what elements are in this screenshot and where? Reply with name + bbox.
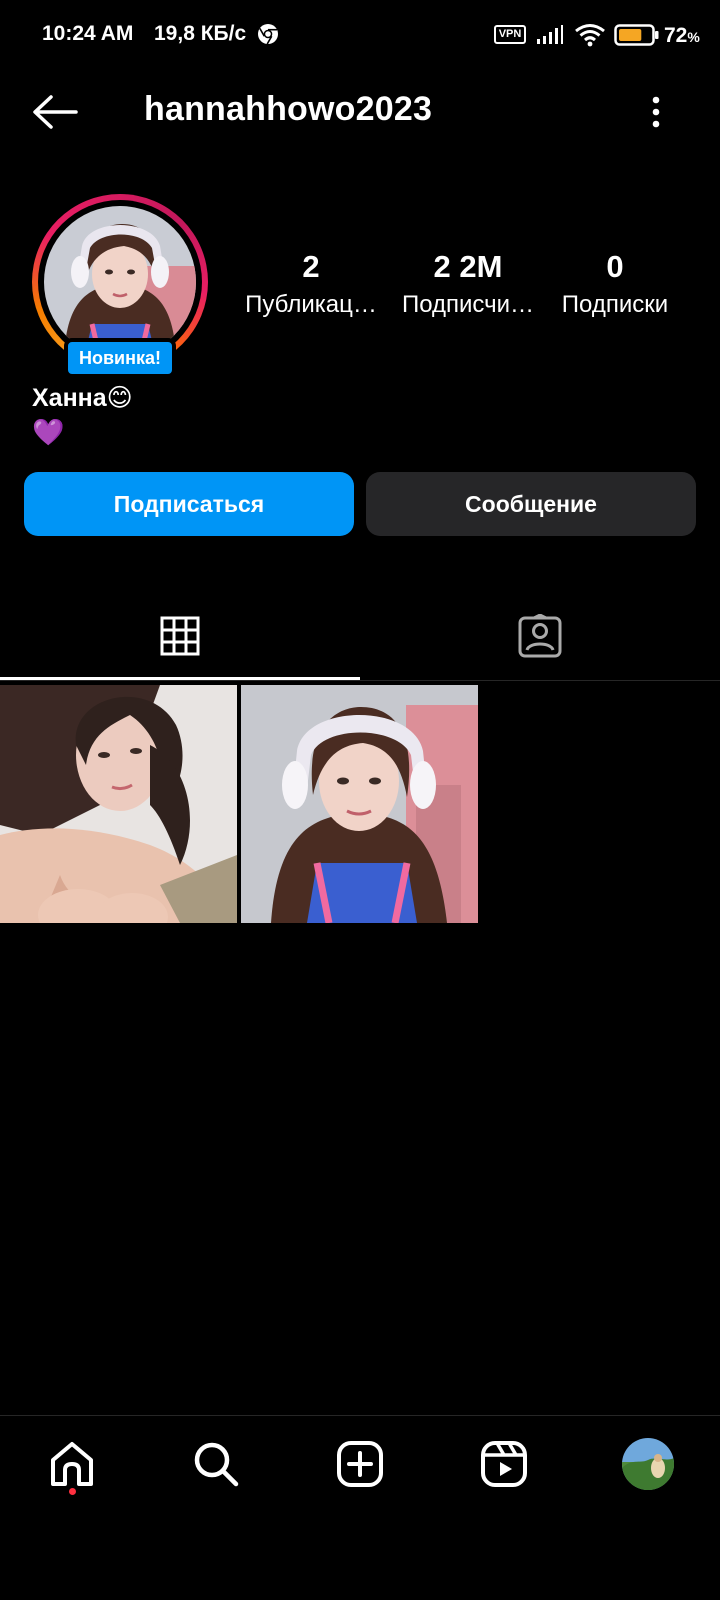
stat-following-value: 0 <box>606 249 624 284</box>
stat-following[interactable]: 0 Подписки <box>548 246 682 320</box>
create-icon <box>337 1441 383 1487</box>
stat-following-label: Подписки <box>561 291 669 318</box>
battery-unit: % <box>687 29 700 45</box>
status-network-speed: 19,8 КБ/с <box>154 22 247 45</box>
stat-posts-label: Публикац… <box>245 291 377 318</box>
grid-icon <box>160 616 200 656</box>
tab-posts-grid[interactable] <box>0 592 360 680</box>
profile-username: hannahhowo2023 <box>144 90 433 128</box>
wifi-icon <box>575 24 605 47</box>
tagged-user-icon <box>518 614 562 658</box>
reels-icon <box>481 1441 527 1487</box>
search-icon <box>194 1442 239 1487</box>
new-badge: Новинка! <box>64 338 176 378</box>
arrow-left-icon <box>33 95 78 129</box>
bottom-nav-divider <box>0 1415 720 1416</box>
nav-create[interactable] <box>328 1432 392 1496</box>
message-button[interactable]: Сообщение <box>366 472 696 536</box>
nav-profile[interactable] <box>616 1432 680 1496</box>
tab-divider <box>0 680 720 681</box>
profile-avatar <box>44 206 196 358</box>
tab-tagged[interactable] <box>360 592 720 680</box>
profile-avatar-small <box>622 1438 674 1490</box>
vpn-indicator: VPN <box>494 25 526 44</box>
signal-icon <box>537 25 563 44</box>
more-vertical-icon <box>652 96 660 128</box>
back-button[interactable] <box>28 88 82 136</box>
follow-button[interactable]: Подписаться <box>24 472 354 536</box>
home-notification-dot <box>69 1488 76 1495</box>
stat-posts-value: 2 <box>302 249 320 284</box>
post-thumbnail[interactable] <box>0 685 237 923</box>
battery-icon <box>614 24 659 46</box>
status-time: 10:24 AM <box>42 22 134 45</box>
display-name: Ханна😊 <box>32 384 133 412</box>
home-icon <box>51 1442 93 1486</box>
battery-value: 72 <box>664 24 688 47</box>
battery-percent: 72% <box>664 24 700 48</box>
chrome-icon <box>258 24 278 45</box>
stat-posts[interactable]: 2 Публикац… <box>236 246 386 320</box>
stat-followers-label: Подписчи… <box>401 291 535 318</box>
more-options-button[interactable] <box>640 90 672 134</box>
nav-search[interactable] <box>184 1432 248 1496</box>
nav-home[interactable] <box>40 1432 104 1496</box>
status-bar: 10:24 AM 19,8 КБ/с VPN 72% <box>0 0 720 70</box>
stat-followers[interactable]: 2 2M Подписчи… <box>390 246 546 320</box>
nav-reels[interactable] <box>472 1432 536 1496</box>
post-thumbnail[interactable] <box>241 685 478 923</box>
stat-followers-value: 2 2M <box>433 249 503 284</box>
profile-bio: 💜 <box>32 417 65 447</box>
